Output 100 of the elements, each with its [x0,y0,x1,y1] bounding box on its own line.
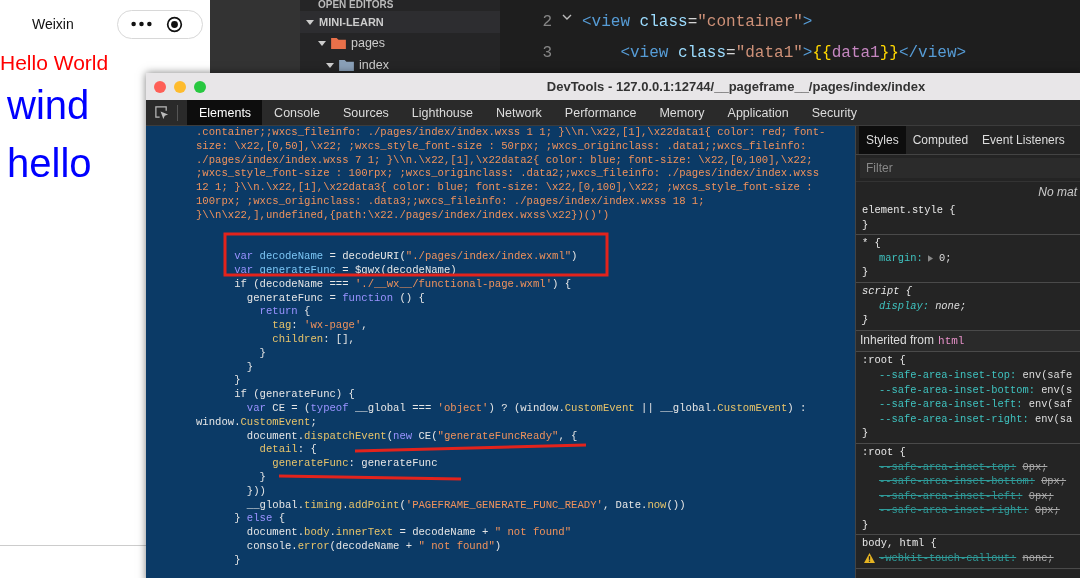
page-text: hello [7,140,92,187]
panel-tab[interactable]: Lighthouse [399,100,484,125]
chevron-icon[interactable] [318,39,326,48]
code-line: }\\n\x22,],undefined,{path:\x22./pages/index/index.wxss\x22})()') [196,208,610,223]
css-selector: element.style { [862,204,956,216]
code-line: tag: 'wx-page', [272,319,368,333]
css-value[interactable]: env(safe [1022,367,1073,383]
css-selector: script { [862,284,912,297]
status-message: No mat [1038,185,1077,199]
code-line: 100rpx; ;wxcs_originclass: .data3;;wxcs_fileinfo: ./pages/index/index.wxss 18 1; [196,195,705,209]
closing-brace: } [862,266,869,279]
sidebar-tab[interactable]: Event Listeners [975,126,1072,154]
code-line: document.body.innerText = decodeName + " not found" [246,526,572,540]
close-icon[interactable] [166,15,183,33]
css-property[interactable]: --safe-area-inset-top: [879,367,1017,383]
css-value[interactable]: env(sa [1034,411,1073,427]
panel-tab[interactable]: Security [799,100,868,125]
chevron-icon[interactable] [326,60,334,69]
code-line: <view class="data1">{{data1}}</view> [620,43,967,62]
code-line: } [246,360,254,375]
code-line: if (decodeName === './__wx__/functional-page.wxml') { [234,277,572,292]
closing-brace: } [862,314,869,327]
css-value[interactable]: env(saf [1028,397,1073,412]
panel-tab[interactable]: Elements [187,100,263,125]
inspect-icon[interactable] [154,105,169,120]
css-selector: body, html { [862,537,937,550]
chevron-icon[interactable] [306,17,314,26]
css-value[interactable]: 0px; [1022,459,1048,475]
line-number: 2 [541,12,552,31]
css-property[interactable]: --safe-area-inset-left: [879,397,1023,412]
closing-brace: } [862,427,869,440]
expand-icon[interactable] [927,254,933,262]
css-selector: :root { [862,445,906,458]
folder-row[interactable]: pages [300,32,500,54]
css-property[interactable]: --safe-area-inset-top: [879,459,1017,475]
css-value[interactable]: 0px; [1028,488,1054,504]
css-property[interactable]: margin: [879,250,923,266]
panel-tab[interactable]: Application [715,100,800,125]
closing-brace: } [862,218,869,231]
code-line: })) [246,484,266,499]
code-line: } [234,374,241,389]
css-value[interactable]: 0px; [1034,503,1060,518]
css-value[interactable]: 0; [938,250,952,266]
code-line: __global.timing.addPoint('PAGEFRAME_GENERATE_FUNC_READY', Date.now()) [246,498,686,513]
css-property[interactable]: --safe-area-inset-right: [879,503,1029,518]
css-property[interactable]: --safe-area-inset-right: [879,411,1029,427]
app-title: Weixin [32,16,74,32]
fold-chevron-icon[interactable] [562,13,572,20]
code-line: return { [259,305,311,320]
code-line: var CE = (typeof __global === 'object') ? (window.CustomEvent || __global.CustomEvent) : [246,401,807,416]
code-line: <view class="container"> [582,12,813,31]
code-line: children: [], [272,332,355,347]
code-line: size: \x22,[0,50],\x22; ;wxcs_style_font-size : 50rpx; ;wxcs_originclass: .data1;;wxcs_fileinfo: [196,139,807,154]
filter-field[interactable]: Filter [860,158,1080,178]
sidebar-tab[interactable]: Computed [905,126,976,154]
panel-tab[interactable]: Sources [331,100,400,125]
project-row[interactable]: MINI-LEARN [300,11,500,33]
panel-tab[interactable]: Network [484,100,553,125]
css-property[interactable]: display: [879,298,929,314]
closing-brace: } [862,518,869,531]
panel-tab[interactable]: Memory [647,100,716,125]
code-line: window.CustomEvent; [196,415,317,430]
css-property[interactable]: -webkit-touch-callout: [879,551,1017,566]
more-icon[interactable] [131,21,152,27]
css-property[interactable]: --safe-area-inset-bottom: [879,382,1035,398]
css-selector: :root { [862,354,906,367]
code-line: document.dispatchEvent(new CE("generateFuncReady", { [246,429,578,444]
code-line: ./pages/index/index.wxss 7 1; }\\n.\x22,[1],\x22data2{ color: blue; font-size: \x22,[0,100],\x22; [196,153,813,168]
sidebar-tab[interactable]: Styles [859,126,906,154]
page-text: Hello World [0,50,109,76]
code-line: .container;;wxcs_fileinfo: ./pages/index/index.wxss 1 1; }\\n.\x22,[1],\x22data1{ color: red; font- [196,126,826,140]
css-value[interactable]: none; [935,298,967,314]
code-line: detail: { [259,443,317,458]
css-selector: * { [862,237,881,250]
code-line: } [259,470,266,485]
section-header[interactable]: OPEN EDITORS [300,0,394,11]
css-value[interactable]: 0px; [1041,474,1067,489]
code-line: generateFunc = function () { [246,291,425,306]
code-line: var generateFunc = $gwx(decodeName) [234,263,457,278]
element-tag[interactable]: html [938,334,965,347]
code-line: } [259,346,266,361]
code-line: console.error(decodeName + " not found") [246,539,502,554]
css-property[interactable]: --safe-area-inset-bottom: [879,474,1035,489]
css-property[interactable]: --safe-area-inset-left: [879,488,1023,504]
code-line: generateFunc: generateFunc [272,457,438,471]
css-value[interactable]: env(s [1041,382,1073,398]
page-text: wind [7,82,90,129]
code-line: ;wxcs_style_font-size : 100rpx; ;wxcs_originclass: .data2;;wxcs_fileinfo: ./pages/index/index.wxss [196,167,819,182]
css-value[interactable]: none; [1022,551,1054,566]
window-title: DevTools - 127.0.0.1:12744/__pageframe__/pages/index/index [546,79,926,94]
inherited-label: Inherited from [860,332,935,347]
code-line: 12 1; }\\n.\x22,[1],\x22data3{ color: blue; font-size: \x22,[0,100],\x22; ;wxcs_style_font-size : [196,181,813,195]
line-number: 3 [541,43,552,62]
code-line: if (generateFunc) { [234,388,355,402]
panel-tab[interactable]: Console [262,100,331,125]
folder-row[interactable]: index [300,54,500,76]
panel-tab[interactable]: Performance [552,100,648,125]
code-line: } else { [234,512,285,527]
code-line: var decodeName = decodeURI("./pages/index/index.wxml") [234,250,578,264]
code-line: } [234,553,241,568]
